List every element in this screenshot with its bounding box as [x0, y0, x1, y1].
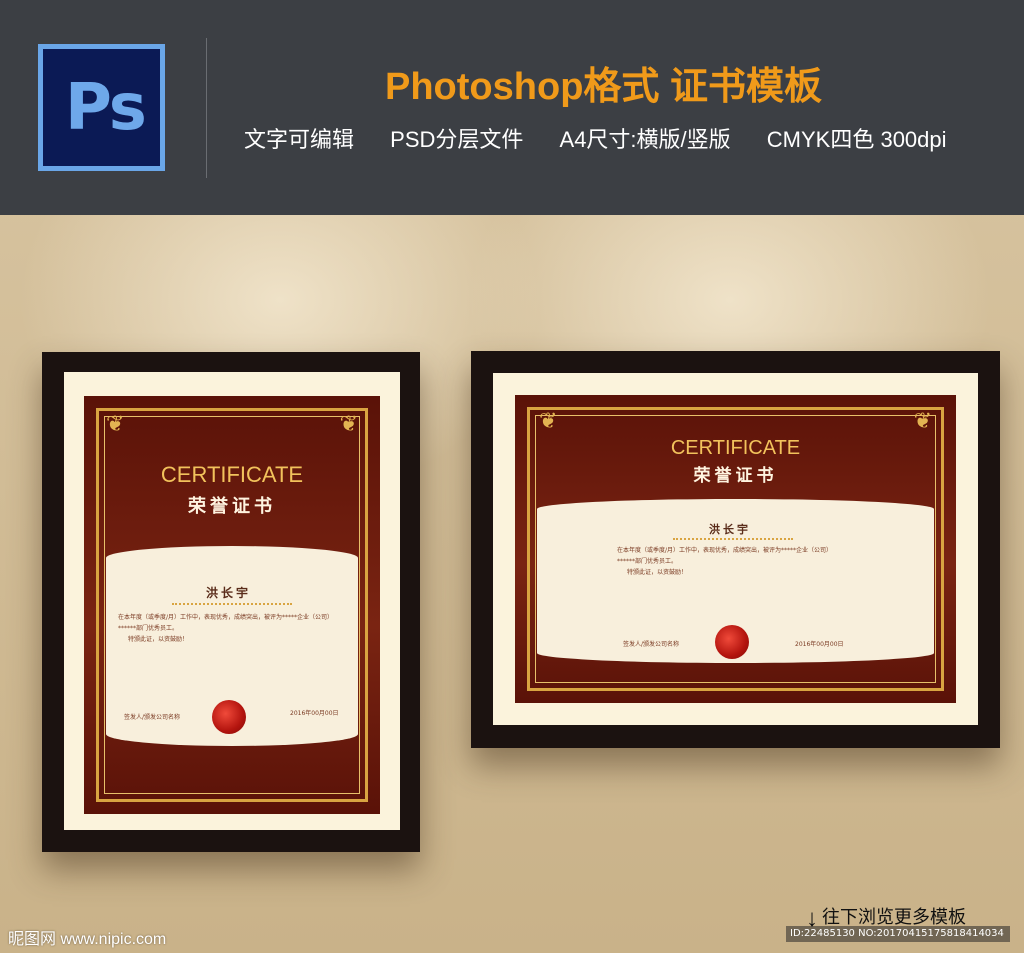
landscape-title-en: CERTIFICATE [670, 437, 801, 459]
landscape-name-underline [673, 537, 793, 540]
portrait-frame: ❦ ❦ CERTIFICATE 荣誉证书 洪长宇 在本年度（或季度/月）工作中，… [42, 352, 420, 852]
corner-ornament-icon: ❦ [539, 409, 558, 434]
landscape-date: 2016年00月00日 [795, 641, 844, 648]
portrait-signer: 签发人/颁发公司名称 [124, 714, 181, 721]
portrait-body-line-2: ******部门优秀员工。 [118, 625, 179, 632]
portrait-body-line-3: 特颁此证，以资鼓励！ [128, 636, 189, 643]
photoshop-logo-icon: Ps [38, 44, 165, 171]
feature-list: 文字可编辑 PSD分层文件 A4尺寸:横版/竖版 CMYK四色 300dpi [244, 122, 977, 154]
feature-a4-size: A4尺寸:横版/竖版 [559, 127, 731, 152]
landscape-body-line-1: 在本年度（或季度/月）工作中，表现优秀，成绩突出，被评为*****企业（公司） [617, 547, 833, 554]
landscape-paper: 洪长宇 在本年度（或季度/月）工作中，表现优秀，成绩突出，被评为*****企业（… [537, 499, 934, 663]
browse-more-label: 往下浏览更多模板 [822, 907, 966, 927]
portrait-title-en: CERTIFICATE [160, 462, 304, 487]
portrait-certificate: ❦ ❦ CERTIFICATE 荣誉证书 洪长宇 在本年度（或季度/月）工作中，… [84, 396, 380, 814]
wax-seal-icon [715, 625, 749, 659]
landscape-frame: ❦ ❦ CERTIFICATE 荣誉证书 洪长宇 在本年度（或季度/月）工作中，… [471, 351, 1000, 748]
landscape-mat: ❦ ❦ CERTIFICATE 荣誉证书 洪长宇 在本年度（或季度/月）工作中，… [493, 373, 978, 725]
corner-ornament-icon: ❦ [106, 412, 125, 437]
landscape-body-line-2: ******部门优秀员工。 [617, 558, 678, 565]
feature-cmyk: CMYK四色 300dpi [766, 127, 947, 152]
feature-psd-layers: PSD分层文件 [390, 127, 524, 152]
landscape-body-text: 在本年度（或季度/月）工作中，表现优秀，成绩突出，被评为*****企业（公司） … [617, 545, 877, 578]
landscape-signer: 签发人/颁发公司名称 [623, 641, 680, 648]
portrait-date: 2016年00月00日 [290, 710, 339, 717]
landscape-body-line-3: 特颁此证，以资鼓励！ [627, 569, 688, 576]
header-banner: Ps Photoshop格式 证书模板 文字可编辑 PSD分层文件 A4尺寸:横… [0, 0, 1024, 215]
corner-ornament-icon: ❦ [913, 409, 932, 434]
image-id-bar: ID:22485130 NO:20170415175818414034 [786, 926, 1010, 942]
corner-ornament-icon: ❦ [339, 412, 358, 437]
portrait-title-cn: 荣誉证书 [188, 496, 276, 517]
portrait-paper: 洪长宇 在本年度（或季度/月）工作中，表现优秀，成绩突出，被评为*****企业（… [106, 546, 358, 746]
landscape-title-cn: 荣誉证书 [693, 466, 778, 486]
portrait-name-underline [172, 602, 292, 605]
photoshop-logo-text: Ps [65, 71, 147, 145]
portrait-recipient-name: 洪长宇 [206, 586, 252, 600]
portrait-body-line-1: 在本年度（或季度/月）工作中，表现优秀，成绩突出，被评为*****企业（公司） [118, 614, 334, 621]
landscape-certificate: ❦ ❦ CERTIFICATE 荣誉证书 洪长宇 在本年度（或季度/月）工作中，… [515, 395, 956, 703]
landscape-recipient-name: 洪长宇 [709, 523, 751, 536]
portrait-body-text: 在本年度（或季度/月）工作中，表现优秀，成绩突出，被评为*****企业（公司） … [118, 612, 348, 645]
header-title: Photoshop格式 证书模板 [385, 66, 822, 108]
wax-seal-icon [212, 700, 246, 734]
header-divider [206, 38, 207, 178]
portrait-mat: ❦ ❦ CERTIFICATE 荣誉证书 洪长宇 在本年度（或季度/月）工作中，… [64, 372, 400, 830]
feature-editable-text: 文字可编辑 [244, 127, 355, 152]
site-watermark-logo: 昵图网 www.nipic.com [8, 931, 167, 948]
